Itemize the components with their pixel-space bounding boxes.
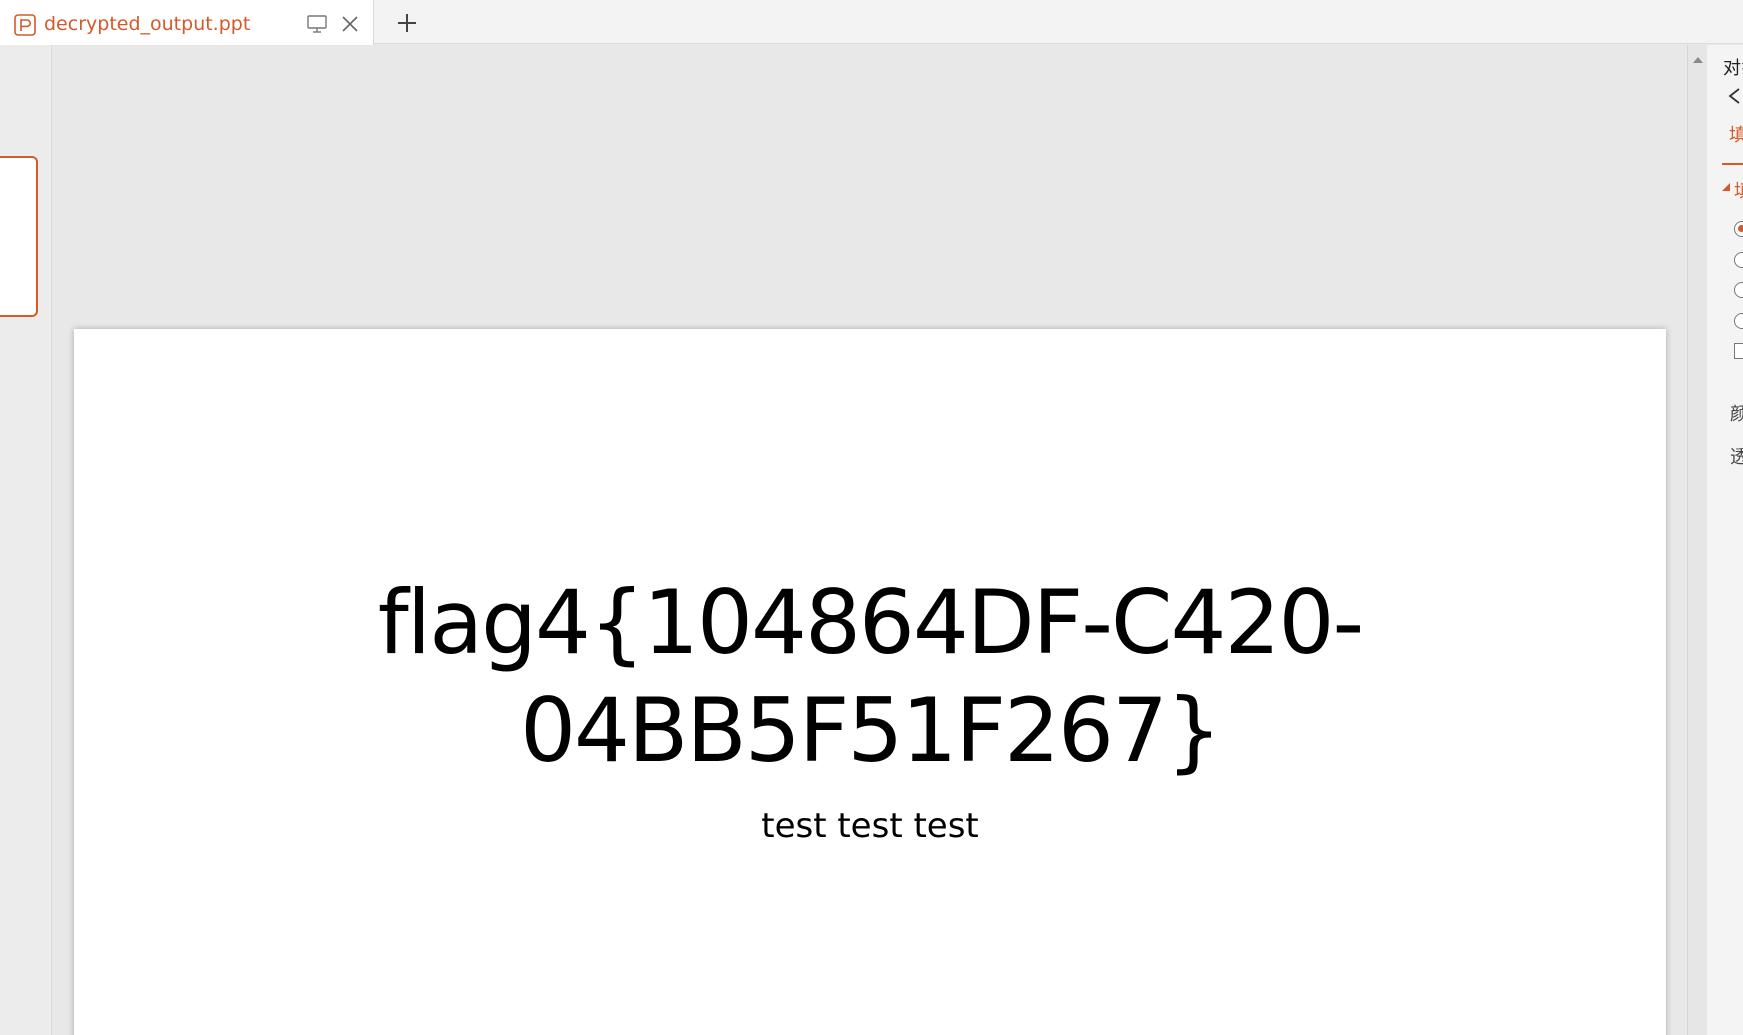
vertical-scrollbar[interactable] [1687, 45, 1707, 1035]
fill-option-radio-2[interactable] [1734, 252, 1743, 268]
fill-option-radio-4[interactable] [1734, 313, 1743, 329]
presentation-file-icon [14, 14, 36, 36]
collapse-arrow-icon[interactable] [1722, 183, 1730, 191]
object-properties-label: 对象 [1723, 58, 1743, 79]
fill-tab[interactable]: 填 [1729, 121, 1743, 147]
tab-bar: decrypted_output.ppt [0, 0, 1743, 45]
slide-title[interactable]: flag4{104864DF-C420- 04BB5F51F267} [74, 569, 1666, 785]
fill-section-header[interactable]: 填 [1734, 177, 1743, 203]
document-tab[interactable]: decrypted_output.ppt [0, 0, 374, 45]
slide-title-line-1: flag4{104864DF-C420- [377, 571, 1364, 674]
plus-icon[interactable] [396, 12, 418, 34]
tab-title: decrypted_output.ppt [44, 13, 251, 35]
fill-option-checkbox[interactable] [1734, 343, 1743, 359]
slide-canvas: flag4{104864DF-C420- 04BB5F51F267} test … [53, 45, 1687, 1035]
slide-subtitle[interactable]: test test test [74, 806, 1666, 846]
slide-thumbnail-pane [0, 45, 52, 1035]
fill-option-radio-3[interactable] [1734, 282, 1743, 298]
slide-title-line-2: 04BB5F51F267} [520, 679, 1222, 782]
transparency-label: 透 [1730, 447, 1743, 468]
slide-thumbnail-selected[interactable] [0, 156, 38, 317]
fill-option-radio-1[interactable] [1734, 221, 1743, 237]
shape-icon[interactable] [1727, 87, 1741, 105]
slide[interactable]: flag4{104864DF-C420- 04BB5F51F267} test … [74, 329, 1666, 1035]
monitor-icon[interactable] [306, 14, 328, 34]
scroll-up-arrow-icon[interactable] [1692, 55, 1704, 65]
active-tab-underline [1722, 163, 1743, 165]
property-panel: 对象 填 填 颜 透 [1707, 45, 1743, 1035]
close-icon[interactable] [340, 14, 360, 34]
color-label: 颜 [1730, 404, 1743, 425]
